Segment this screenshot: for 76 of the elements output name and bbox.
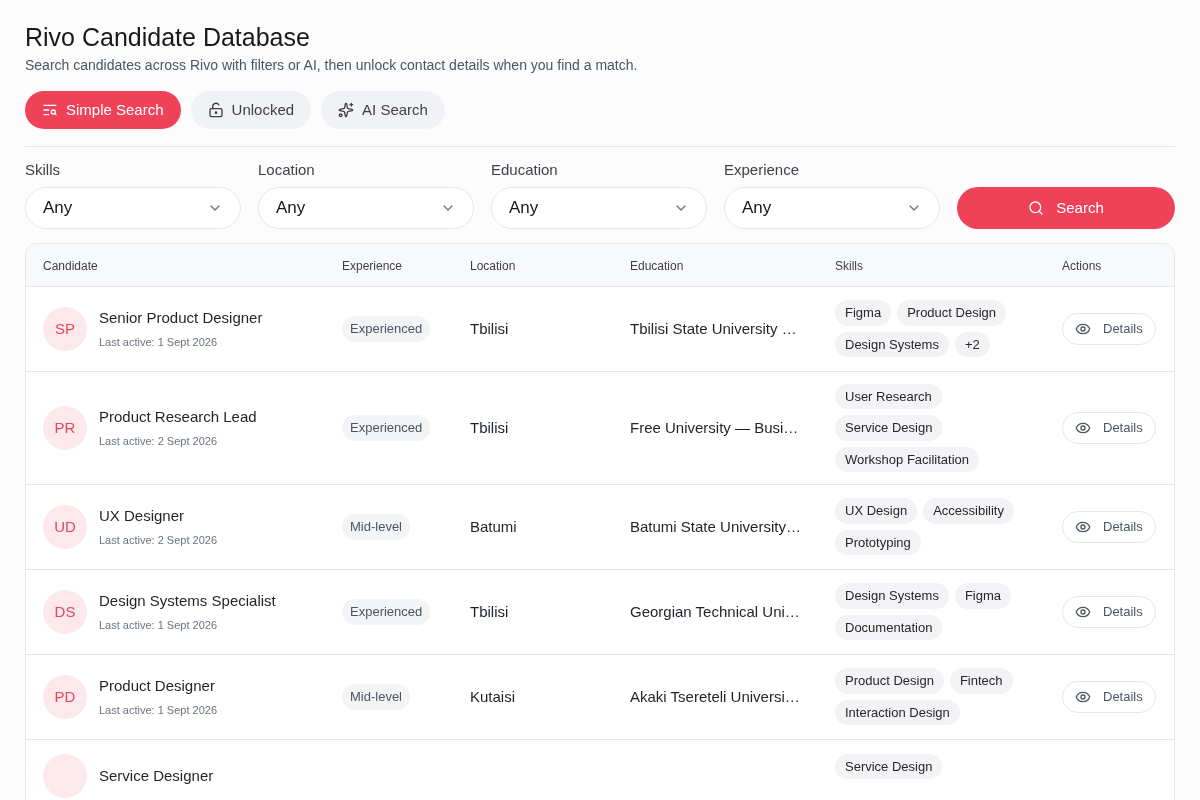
location-text: Kutaisi xyxy=(470,687,516,705)
avatar: SP xyxy=(43,306,87,351)
details-button[interactable]: Details xyxy=(1062,595,1156,628)
avatar: PR xyxy=(43,405,87,450)
filter-select[interactable]: Any xyxy=(25,186,241,229)
experience-badge: Mid-level xyxy=(342,514,410,540)
page-title: Rivo Candidate Database xyxy=(25,22,311,53)
filter-select[interactable]: Any xyxy=(724,186,940,229)
details-button[interactable]: Details xyxy=(1062,312,1156,345)
education-text: Georgian Technical Uni… xyxy=(630,602,800,620)
column-header: Education xyxy=(630,258,684,273)
experience-badge: Experienced xyxy=(342,599,431,625)
search-mode-tab[interactable]: Unlocked xyxy=(190,91,312,130)
filter-label: Skills xyxy=(25,160,61,181)
skill-tag: Fintech xyxy=(949,668,1013,694)
experience-badge: Experienced xyxy=(342,316,431,342)
skill-tag: Product Design xyxy=(897,300,1006,326)
skill-tag: Product Design xyxy=(835,668,944,694)
last-active-text: Last active: 2 Sept 2026 xyxy=(99,532,218,548)
skill-tag: Workshop Facilitation xyxy=(835,446,980,472)
avatar: PD xyxy=(43,674,87,719)
details-button[interactable]: Details xyxy=(1062,680,1156,713)
skill-tag: Service Design xyxy=(835,753,943,780)
filter-label: Location xyxy=(258,160,316,181)
details-button[interactable]: Details xyxy=(1062,411,1156,444)
last-active-text: Last active: 1 Sept 2026 xyxy=(99,617,219,633)
candidate-name: UX Designer xyxy=(99,506,186,527)
location-text: Tbilisi xyxy=(470,418,509,436)
location-text: Tbilisi xyxy=(470,319,509,337)
last-active-text: Last active: 1 Sept 2026 xyxy=(99,702,218,718)
search-button[interactable]: Search xyxy=(957,186,1175,229)
column-header: Actions xyxy=(1062,258,1102,273)
location-text: Tbilisi xyxy=(470,602,509,620)
filter-select[interactable]: Any xyxy=(258,186,474,229)
skill-tag: User Research xyxy=(835,383,942,409)
avatar: UD xyxy=(43,504,87,549)
education-text: Tbilisi State University … xyxy=(630,319,797,337)
skill-tag: Service Design xyxy=(835,415,943,441)
column-header: Experience xyxy=(342,258,403,273)
search-mode-tab[interactable]: Simple Search xyxy=(25,91,181,130)
page-subtitle: Search candidates across Rivo with filters or AI, then unlock contact details when you find a match. xyxy=(25,56,639,76)
candidate-name: Product Designer xyxy=(99,676,216,697)
location-text: Batumi xyxy=(470,517,517,535)
candidate-name: Service Designer xyxy=(99,765,214,786)
last-active-text: Last active: 2 Sept 2026 xyxy=(99,433,219,449)
education-text: Free University — Busi… xyxy=(630,418,799,436)
skill-tag: Design Systems xyxy=(835,583,949,609)
candidate-name: Senior Product Designer xyxy=(99,308,263,329)
experience-badge: Experienced xyxy=(342,415,431,441)
experience-badge: Mid-level xyxy=(342,684,410,710)
filter-select[interactable]: Any xyxy=(491,186,707,229)
search-mode-tab[interactable]: AI Search xyxy=(321,91,445,130)
lock-icon xyxy=(207,102,224,119)
search-icon xyxy=(1028,199,1045,216)
sparkle-icon xyxy=(338,102,355,119)
education-text: Batumi State University… xyxy=(630,517,801,535)
column-header: Skills xyxy=(835,258,863,273)
skill-tag: +2 xyxy=(954,331,990,358)
filter-label: Experience xyxy=(724,160,801,181)
avatar: DS xyxy=(43,589,87,634)
skill-tag: Documentation xyxy=(835,614,943,641)
column-header: Candidate xyxy=(43,258,98,273)
skill-tag: Prototyping xyxy=(835,529,921,556)
details-button[interactable]: Details xyxy=(1062,510,1156,543)
skill-tag: Figma xyxy=(954,583,1012,609)
skill-tag: Design Systems xyxy=(835,331,949,358)
filter-label: Education xyxy=(491,160,559,181)
skill-tag: Accessibility xyxy=(923,498,1014,524)
last-active-text: Last active: 1 Sept 2026 xyxy=(99,334,219,350)
column-header: Location xyxy=(470,258,516,273)
candidate-name: Design Systems Specialist xyxy=(99,591,276,612)
skill-tag: Figma xyxy=(835,300,892,326)
skill-tag: Interaction Design xyxy=(835,699,960,726)
skill-tag: UX Design xyxy=(835,498,918,524)
candidate-name: Product Research Lead xyxy=(99,407,257,428)
education-text: Akaki Tsereteli Universi… xyxy=(630,687,800,705)
